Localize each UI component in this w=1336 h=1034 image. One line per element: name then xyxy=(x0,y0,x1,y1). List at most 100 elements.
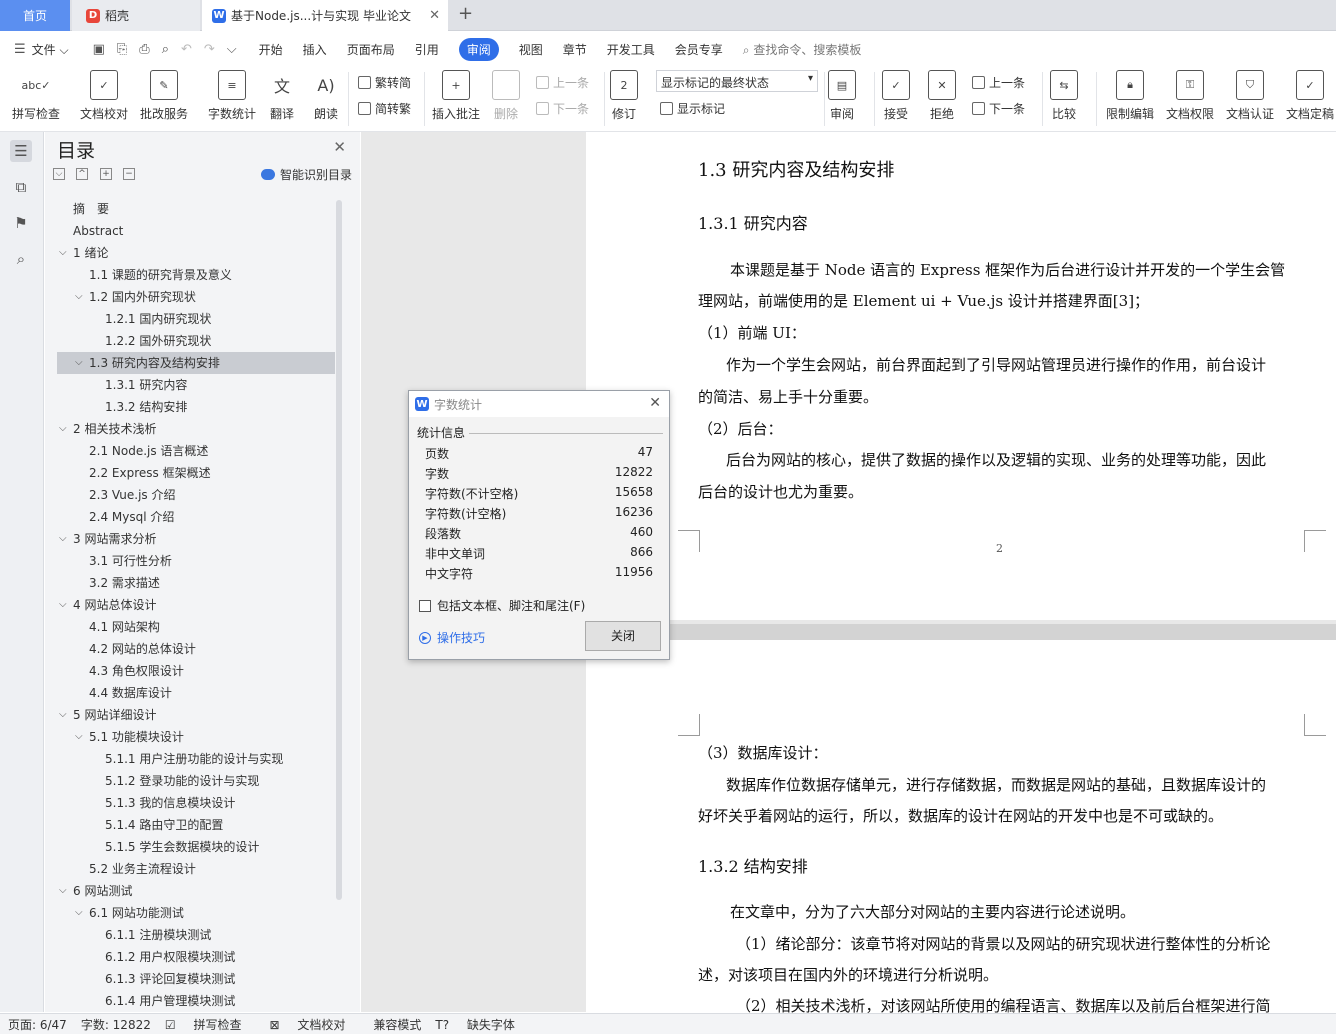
expand-up-icon[interactable]: ^ xyxy=(76,168,88,180)
new-tab-icon[interactable]: + xyxy=(458,3,473,24)
toc-item[interactable]: 4.3 角色权限设计 xyxy=(57,660,335,682)
delete-comment-button[interactable]: 删除 xyxy=(492,70,520,122)
menu-section[interactable]: 章节 xyxy=(563,41,587,58)
simp-to-trad-button[interactable]: 简转繁 xyxy=(358,100,411,117)
page-indicator[interactable]: 页面: 6/47 xyxy=(8,1016,67,1033)
toc-item[interactable]: 1.2.2 国外研究现状 xyxy=(57,330,335,352)
print-icon[interactable]: ⎙ xyxy=(139,42,149,57)
spell-check-status[interactable]: ☑ 拼写检查 xyxy=(165,1016,256,1033)
more-icon[interactable]: ⌵ xyxy=(227,42,237,57)
insert-comment-button[interactable]: + 插入批注 xyxy=(432,70,480,122)
export-icon[interactable]: ⎘ xyxy=(117,42,127,57)
tab-document[interactable]: W 基于Node.js...计与实现 毕业论文 ✕ xyxy=(202,0,448,31)
trad-to-simp-button[interactable]: 繁转简 xyxy=(358,74,411,91)
chevron-down-icon[interactable]: ⌵ xyxy=(75,352,83,374)
review-pane-button[interactable]: ▤ 审阅 xyxy=(828,70,856,122)
close-icon[interactable]: ✕ xyxy=(333,138,346,156)
toc-item[interactable]: 1.3.2 结构安排 xyxy=(57,396,335,418)
toc-item[interactable]: 2.1 Node.js 语言概述 xyxy=(57,440,335,462)
add-level-icon[interactable]: + xyxy=(100,168,112,180)
command-search[interactable]: ⌕ 查找命令、搜索模板 xyxy=(743,41,862,58)
toc-item[interactable]: 摘 要 xyxy=(57,198,335,220)
toc-item[interactable]: ⌵ 3 网站需求分析 xyxy=(57,528,335,550)
correct-service-button[interactable]: ✎ 批改服务 xyxy=(140,70,188,122)
translate-button[interactable]: 文翻译 xyxy=(268,70,296,122)
toc-item[interactable]: 1.1 课题的研究背景及意义 xyxy=(57,264,335,286)
prev-change-button[interactable]: 上一条 xyxy=(972,74,1025,91)
chevron-down-icon[interactable]: ⌵ xyxy=(59,418,67,440)
menu-file[interactable]: 文件 ⌵ xyxy=(32,41,69,58)
toc-item[interactable]: 5.1.3 我的信息模块设计 xyxy=(57,792,335,814)
chevron-down-icon[interactable]: ⌵ xyxy=(59,242,67,264)
toc-item[interactable]: ⌵ 4 网站总体设计 xyxy=(57,594,335,616)
include-notes-checkbox[interactable]: 包括文本框、脚注和尾注(F) xyxy=(419,597,585,614)
menu-reference[interactable]: 引用 xyxy=(415,41,439,58)
prev-comment-button[interactable]: 上一条 xyxy=(536,74,589,91)
toc-item[interactable]: 5.1.5 学生会数据模块的设计 xyxy=(57,836,335,858)
chevron-down-icon[interactable]: ⌵ xyxy=(75,286,83,308)
markup-state-select[interactable]: 显示标记的最终状态 ▾ xyxy=(656,70,818,92)
chevron-down-icon[interactable]: ⌵ xyxy=(75,726,83,748)
chevron-down-icon[interactable]: ⌵ xyxy=(59,528,67,550)
toc-item[interactable]: 1.2.1 国内研究现状 xyxy=(57,308,335,330)
missing-font-status[interactable]: T? 缺失字体 xyxy=(435,1016,529,1033)
menu-insert[interactable]: 插入 xyxy=(303,41,327,58)
tips-link[interactable]: ▶ 操作技巧 xyxy=(419,629,485,646)
menu-view[interactable]: 视图 xyxy=(519,41,543,58)
preview-icon[interactable]: ⌕ xyxy=(162,42,169,57)
chevron-down-icon[interactable]: ⌵ xyxy=(59,594,67,616)
search-icon[interactable]: ⌕ xyxy=(10,248,32,270)
toc-item[interactable]: 5.2 业务主流程设计 xyxy=(57,858,335,880)
close-tab-icon[interactable]: ✕ xyxy=(429,8,440,23)
toc-item[interactable]: 2.2 Express 框架概述 xyxy=(57,462,335,484)
show-markup-button[interactable]: 显示标记 xyxy=(660,100,725,117)
restrict-edit-button[interactable]: 🔒︎ 限制编辑 xyxy=(1106,70,1154,122)
toc-item[interactable]: ⌵ 6.1 网站功能测试 xyxy=(57,902,335,924)
read-aloud-button[interactable]: A) 朗读 xyxy=(312,70,340,122)
close-icon[interactable]: ✕ xyxy=(649,395,661,411)
menu-dev-tools[interactable]: 开发工具 xyxy=(607,41,655,58)
toc-item[interactable]: 5.1.1 用户注册功能的设计与实现 xyxy=(57,748,335,770)
toc-item[interactable]: 2.3 Vue.js 介绍 xyxy=(57,484,335,506)
dialog-titlebar[interactable]: W 字数统计 ✕ xyxy=(409,391,669,417)
close-button[interactable]: 关闭 xyxy=(585,621,661,651)
reject-button[interactable]: ✕ 拒绝 xyxy=(928,70,956,122)
doc-finalize-button[interactable]: ✓ 文档定稿 xyxy=(1286,70,1334,122)
nav-pane-icon[interactable]: ⧉ xyxy=(10,176,32,198)
toc-item[interactable]: 4.1 网站架构 xyxy=(57,616,335,638)
toc-item[interactable]: ⌵ 2 相关技术浅析 xyxy=(57,418,335,440)
menu-review[interactable]: 审阅 xyxy=(458,37,499,61)
doc-rights-button[interactable]: ⚿ 文档权限 xyxy=(1166,70,1214,122)
accept-button[interactable]: ✓ 接受 xyxy=(882,70,910,122)
document-page[interactable]: （3）数据库设计： 数据库作位数据存储单元，进行存储数据，而数据是网站的基础，且… xyxy=(586,640,1336,1015)
toc-item[interactable]: ⌵ 5.1 功能模块设计 xyxy=(57,726,335,748)
word-count-button[interactable]: ≡ 字数统计 xyxy=(208,70,256,122)
toc-item[interactable]: 3.1 可行性分析 xyxy=(57,550,335,572)
doc-proof-status[interactable]: ⊠ 文档校对 xyxy=(269,1016,359,1033)
toc-item[interactable]: ⌵ 1 绪论 xyxy=(57,242,335,264)
next-comment-button[interactable]: 下一条 xyxy=(536,100,589,117)
toc-item[interactable]: 1.3.1 研究内容 xyxy=(57,374,335,396)
toc-item[interactable]: ⌵ 1.2 国内外研究现状 xyxy=(57,286,335,308)
toc-panel-icon[interactable]: ☰ xyxy=(10,140,32,162)
word-count-indicator[interactable]: 字数: 12822 xyxy=(81,1016,151,1033)
chevron-down-icon[interactable]: ⌵ xyxy=(59,704,67,726)
save-icon[interactable]: ▣ xyxy=(93,42,105,57)
spell-check-button[interactable]: abc✓ 拼写检查 xyxy=(12,70,60,122)
menu-layout[interactable]: 页面布局 xyxy=(347,41,395,58)
toc-item[interactable]: 6.1.3 评论回复模块测试 xyxy=(57,968,335,990)
toc-item[interactable]: 3.2 需求描述 xyxy=(57,572,335,594)
toc-item[interactable]: 2.4 Mysql 介绍 xyxy=(57,506,335,528)
document-page[interactable]: 1.3 研究内容及结构安排 1.3.1 研究内容 本课题是基于 Node 语言的… xyxy=(586,132,1336,620)
compare-button[interactable]: ⇆ 比较 xyxy=(1050,70,1078,122)
toc-item[interactable]: 4.2 网站的总体设计 xyxy=(57,638,335,660)
chevron-down-icon[interactable]: ⌵ xyxy=(59,880,67,902)
tab-home[interactable]: 首页 xyxy=(0,0,70,31)
next-change-button[interactable]: 下一条 xyxy=(972,100,1025,117)
menu-start[interactable]: 开始 xyxy=(259,41,283,58)
toc-item[interactable]: 5.1.2 登录功能的设计与实现 xyxy=(57,770,335,792)
tab-daoke[interactable]: D 稻壳 xyxy=(72,0,200,31)
toc-item[interactable]: 5.1.4 路由守卫的配置 xyxy=(57,814,335,836)
toc-item[interactable]: 6.1.4 用户管理模块测试 xyxy=(57,990,335,1012)
toc-item[interactable]: 6.1.2 用户权限模块测试 xyxy=(57,946,335,968)
